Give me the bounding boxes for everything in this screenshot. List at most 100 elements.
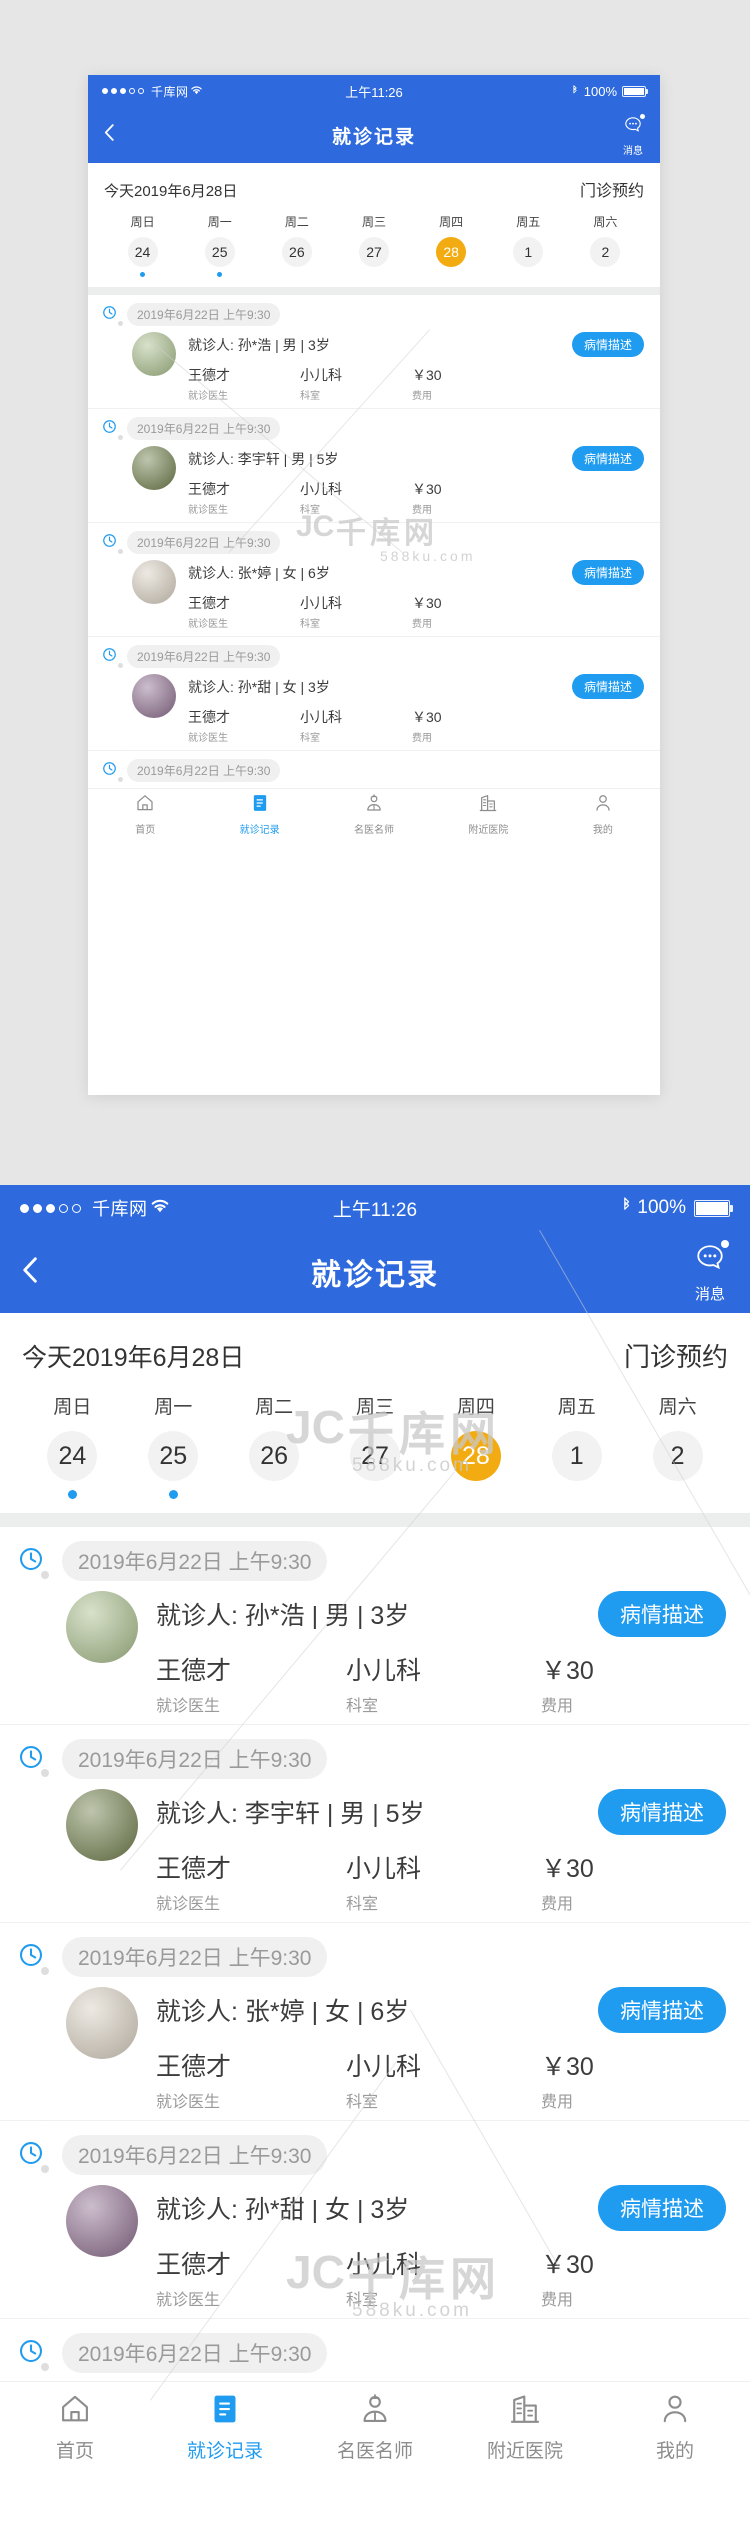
outpatient-booking-link[interactable]: 门诊预约	[624, 1337, 728, 1374]
tab-hospital[interactable]: 附近医院	[431, 789, 545, 840]
tab-label: 就诊记录	[239, 825, 280, 836]
symptom-description-button[interactable]: 病情描述	[598, 1789, 726, 1835]
calendar-day-24[interactable]: 周日 24	[104, 213, 181, 277]
calendar-day-number[interactable]: 27	[350, 1431, 400, 1481]
symptom-description-button[interactable]: 病情描述	[571, 332, 644, 357]
record-timestamp: 2019年6月22日 上午9:30	[127, 417, 281, 440]
calendar-day-marker	[603, 272, 608, 277]
user-icon	[593, 793, 613, 818]
calendar-day-number[interactable]: 1	[513, 237, 544, 267]
tab-doctor[interactable]: 名医名师	[300, 2382, 450, 2473]
message-button[interactable]: 消息	[692, 1240, 729, 1304]
calendar-day-26[interactable]: 周二 26	[258, 213, 335, 277]
message-button[interactable]: 消息	[622, 113, 645, 157]
calendar-day-number[interactable]: 26	[281, 237, 312, 267]
tab-hospital[interactable]: 附近医院	[450, 2382, 600, 2473]
symptom-description-button[interactable]: 病情描述	[571, 446, 644, 471]
notification-badge	[639, 113, 645, 119]
doctor-label: 就诊医生	[156, 1896, 221, 1913]
department-label: 科室	[346, 1896, 379, 1913]
tab-home[interactable]: 首页	[0, 2382, 150, 2473]
calendar-day-number[interactable]: 1	[551, 1431, 602, 1481]
calendar-weekday-label: 周三	[356, 1397, 395, 1418]
home-icon	[58, 2392, 92, 2431]
record-card[interactable]: 2019年6月22日 上午9:30 就诊人: 孙*浩 | 男 | 3岁 病情描述 王德…	[0, 1527, 750, 1724]
tab-label: 我的	[655, 2441, 694, 2462]
timeline-node	[118, 321, 123, 326]
calendar-day-number[interactable]: 24	[47, 1431, 98, 1481]
calendar-day-24[interactable]: 周日 24	[22, 1392, 123, 1499]
calendar-day-number[interactable]: 28	[436, 237, 467, 267]
calendar-day-27[interactable]: 周三 27	[335, 213, 412, 277]
record-card[interactable]: 2019年6月22日 上午9:30 就诊人: 李宇轩 | 男 | 5岁 病情描述 王德…	[88, 409, 660, 522]
calendar-day-number[interactable]: 25	[204, 237, 235, 267]
clock-icon	[18, 1546, 44, 1577]
tab-doctor[interactable]: 名医名师	[317, 789, 431, 840]
record-card[interactable]: 2019年6月22日 上午9:30 就诊人: 孙*浩 | 男 | 3岁 病情描述 王德…	[88, 295, 660, 408]
section-separator	[88, 287, 660, 295]
doctor-name: 王德才	[188, 481, 230, 497]
record-card[interactable]: 2019年6月22日 上午9:30 就诊人: 孙*甜 | 女 | 3岁 病情描述 王德…	[88, 637, 660, 750]
calendar-day-number[interactable]: 27	[358, 237, 389, 267]
calendar-day-26[interactable]: 周二 26	[224, 1392, 325, 1499]
record-card[interactable]: 2019年6月22日 上午9:30 就诊人: 孙*甜 | 女 | 3岁 病情描述 王德…	[0, 2121, 750, 2318]
calendar-day-number[interactable]: 2	[590, 237, 621, 267]
calendar-day-27[interactable]: 周三 27	[325, 1392, 426, 1499]
calendar-day-25[interactable]: 周一 25	[181, 213, 258, 277]
page-title: 就诊记录	[331, 126, 416, 148]
calendar-day-1[interactable]: 周五 1	[490, 213, 567, 277]
section-separator	[0, 1513, 750, 1527]
calendar-day-28[interactable]: 周四 28	[413, 213, 490, 277]
document-icon	[250, 793, 270, 818]
tab-user[interactable]: 我的	[546, 789, 660, 840]
record-list[interactable]: 2019年6月22日 上午9:30 就诊人: 孙*浩 | 男 | 3岁 病情描述 王德…	[88, 295, 660, 788]
calendar-day-25[interactable]: 周一 25	[123, 1392, 224, 1499]
tab-document[interactable]: 就诊记录	[150, 2382, 300, 2473]
calendar-day-marker	[67, 1490, 77, 1499]
calendar-week-row: 周日 24 周一 25 周二 26 周三 27 周四 28 周五 1 周六 2	[104, 213, 644, 277]
record-meta-row: 王德才 就诊医生 小儿科 科室 ￥30 费用	[156, 2047, 726, 2112]
calendar-day-marker	[526, 272, 531, 277]
record-card-partial[interactable]: 2019年6月22日 上午9:30	[88, 751, 660, 788]
record-list[interactable]: 2019年6月22日 上午9:30 就诊人: 孙*浩 | 男 | 3岁 病情描述 王德…	[0, 1527, 750, 2381]
department-name: 小儿科	[300, 481, 342, 497]
calendar-day-number[interactable]: 25	[148, 1431, 199, 1481]
record-timestamp: 2019年6月22日 上午9:30	[62, 1541, 328, 1581]
calendar-day-1[interactable]: 周五 1	[526, 1392, 627, 1499]
calendar-day-28[interactable]: 周四 28	[425, 1392, 526, 1499]
record-timestamp: 2019年6月22日 上午9:30	[127, 759, 281, 782]
symptom-description-button[interactable]: 病情描述	[571, 674, 644, 699]
patient-avatar-photo	[66, 1789, 138, 1861]
calendar-day-2[interactable]: 周六 2	[627, 1392, 728, 1499]
calendar-day-marker	[140, 272, 146, 277]
calendar-day-2[interactable]: 周六 2	[567, 213, 644, 277]
record-details: 就诊人: 孙*甜 | 女 | 3岁 病情描述 王德才 就诊医生 小儿科 科室 ￥30 费用	[156, 2185, 726, 2310]
record-fee: ￥30 费用	[541, 2047, 594, 2112]
outpatient-booking-link[interactable]: 门诊预约	[580, 177, 644, 201]
symptom-description-button[interactable]: 病情描述	[598, 1591, 726, 1637]
calendar-day-number[interactable]: 2	[652, 1431, 703, 1481]
timeline-node	[118, 777, 123, 782]
calendar-header: 今天2019年6月28日 门诊预约	[104, 177, 644, 201]
calendar-day-number[interactable]: 28	[450, 1431, 501, 1481]
record-department: 小儿科 科室	[346, 1849, 541, 1914]
record-card[interactable]: 2019年6月22日 上午9:30 就诊人: 李宇轩 | 男 | 5岁 病情描述 王德…	[0, 1725, 750, 1922]
record-doctor: 王德才 就诊医生	[156, 2245, 346, 2310]
tab-document[interactable]: 就诊记录	[202, 789, 316, 840]
record-details: 就诊人: 李宇轩 | 男 | 5岁 病情描述 王德才 就诊医生 小儿科 科室 ￥30 费用	[156, 1789, 726, 1914]
symptom-description-button[interactable]: 病情描述	[571, 560, 644, 585]
tab-home[interactable]: 首页	[88, 789, 202, 840]
calendar-day-number[interactable]: 24	[127, 237, 158, 267]
symptom-description-button[interactable]: 病情描述	[598, 2185, 726, 2231]
today-date-label: 今天2019年6月28日	[104, 183, 238, 200]
tab-user[interactable]: 我的	[600, 2382, 750, 2473]
calendar-day-number[interactable]: 26	[249, 1431, 300, 1481]
department-label: 科室	[346, 1698, 379, 1715]
record-card-partial[interactable]: 2019年6月22日 上午9:30	[0, 2319, 750, 2381]
record-timestamp: 2019年6月22日 上午9:30	[62, 1739, 328, 1779]
record-time-row: 2019年6月22日 上午9:30	[0, 1739, 750, 1779]
calendar-weekday-label: 周五	[557, 1397, 596, 1418]
record-card[interactable]: 2019年6月22日 上午9:30 就诊人: 张*婷 | 女 | 6岁 病情描述 王德…	[0, 1923, 750, 2120]
symptom-description-button[interactable]: 病情描述	[598, 1987, 726, 2033]
record-card[interactable]: 2019年6月22日 上午9:30 就诊人: 张*婷 | 女 | 6岁 病情描述 王德…	[88, 523, 660, 636]
